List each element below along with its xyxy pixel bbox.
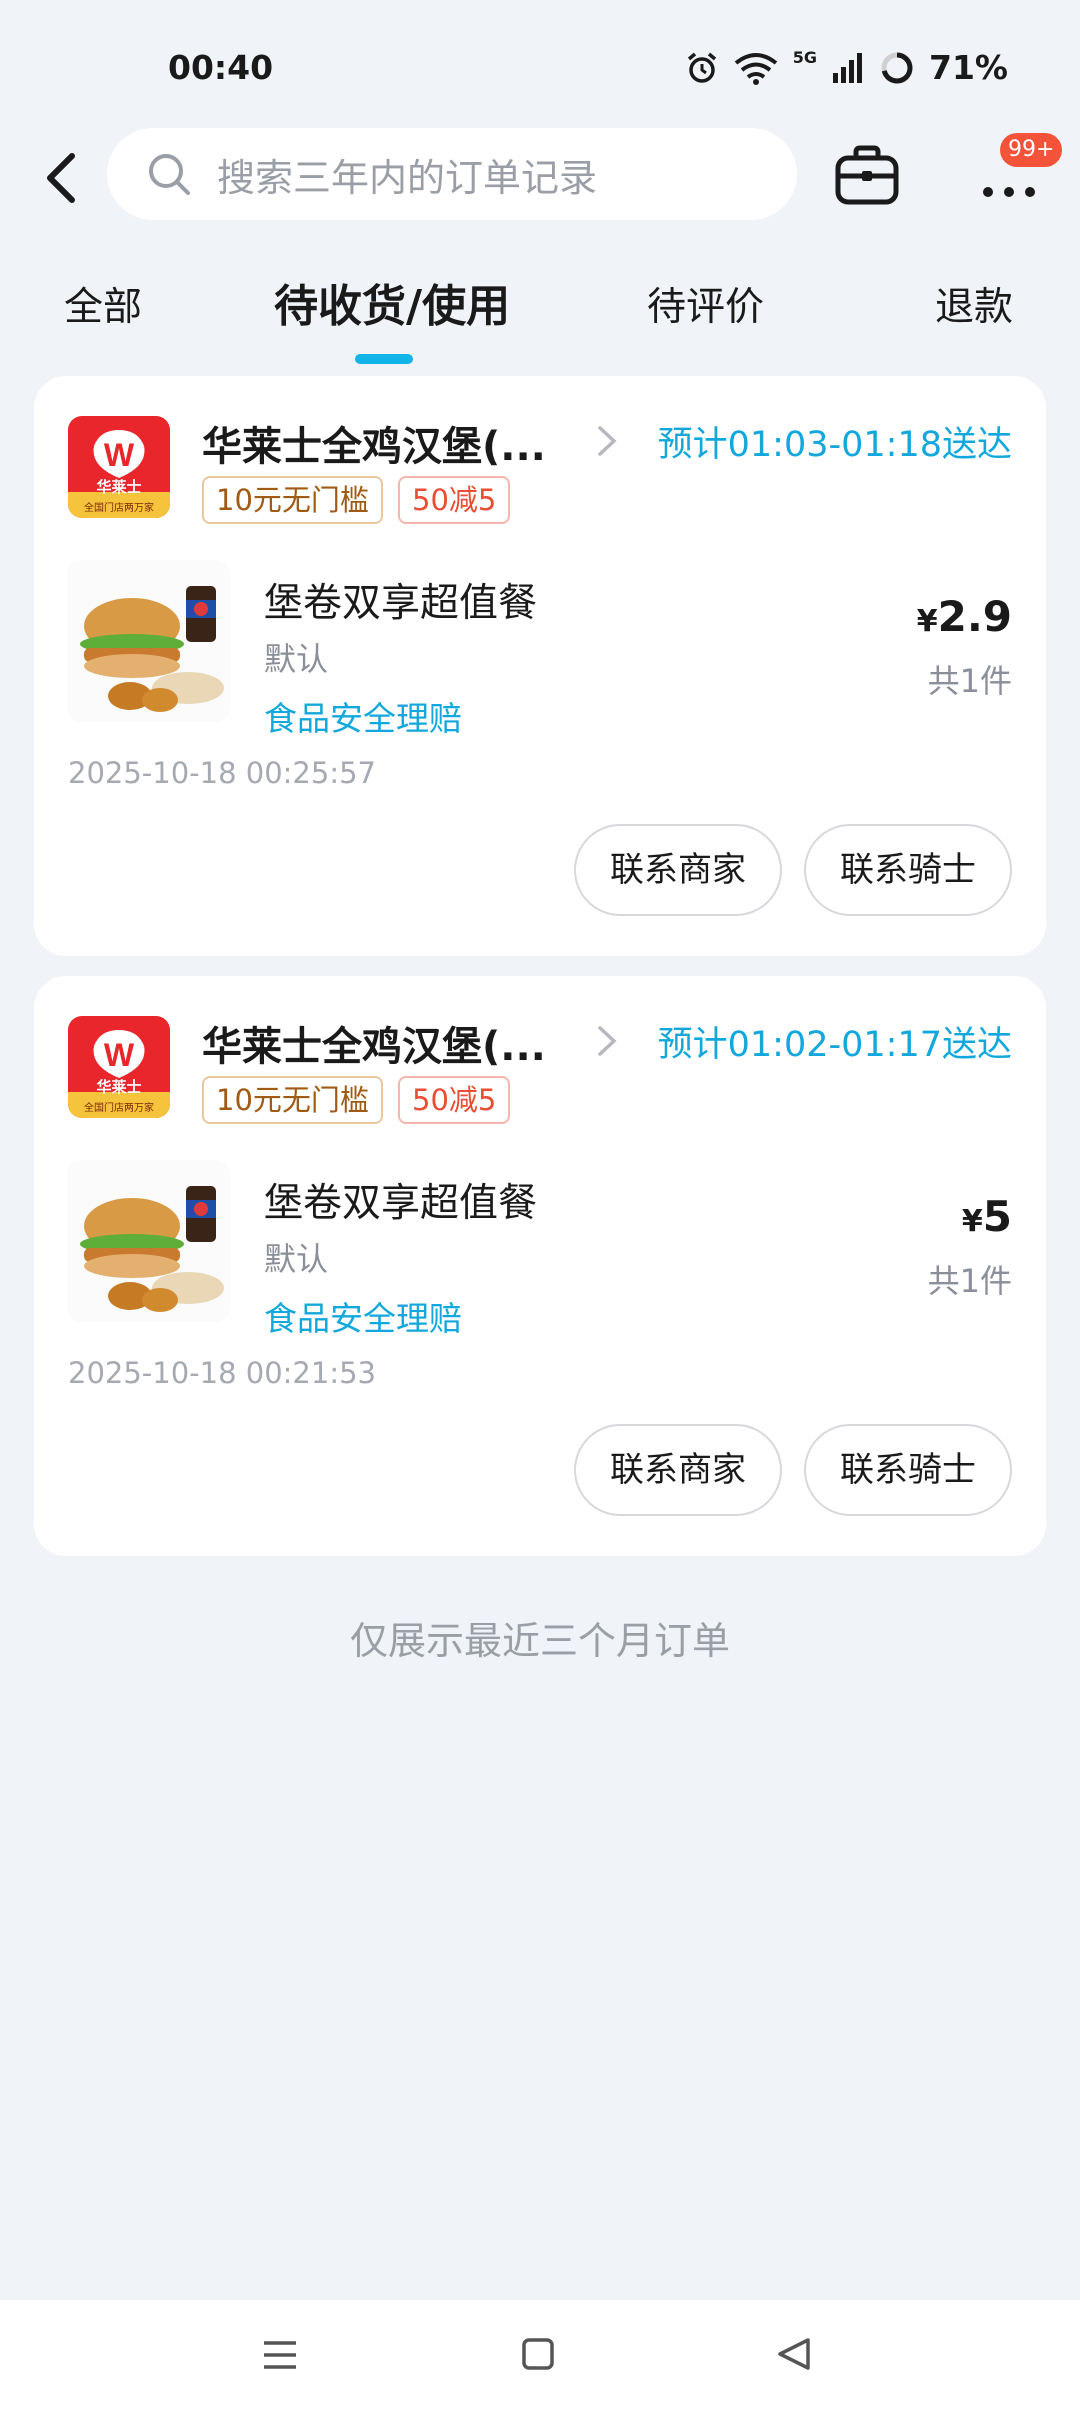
order-time: 2025-10-18 00:21:53	[68, 1356, 376, 1390]
back-button[interactable]	[38, 150, 88, 206]
food-safety-claim-link[interactable]: 食品安全理赔	[264, 692, 462, 740]
promo-tag: 50减5	[398, 1076, 511, 1124]
item-price: ¥5	[962, 1192, 1012, 1241]
signal-icon	[833, 52, 862, 83]
menu-button[interactable]	[250, 2330, 310, 2380]
header: 搜索三年内的订单记录	[0, 128, 1080, 224]
back-nav-button[interactable]	[764, 2330, 824, 2380]
briefcase-icon	[835, 145, 899, 205]
wifi-icon	[734, 52, 777, 85]
delivery-eta: 预计01:02-01:17送达	[657, 1025, 1012, 1065]
search-icon	[149, 154, 190, 195]
order-time: 2025-10-18 00:25:57	[68, 756, 376, 790]
item-image[interactable]	[68, 560, 230, 722]
system-nav-bar	[0, 2300, 1080, 2412]
briefcase-button[interactable]	[834, 144, 900, 206]
menu-icon	[264, 2341, 296, 2369]
item-spec: 默认	[264, 1240, 329, 1278]
contact-merchant-button[interactable]: 联系商家	[574, 1424, 782, 1516]
back-arrow-icon	[47, 153, 75, 203]
food-image	[68, 560, 230, 722]
shop-logo[interactable]: W 华莱士 全国门店两万家	[68, 1016, 170, 1118]
contact-merchant-button[interactable]: 联系商家	[574, 824, 782, 916]
svg-text:华莱士: 华莱士	[96, 1078, 141, 1096]
status-time: 00:40	[168, 48, 274, 87]
order-card[interactable]: W 华莱士 全国门店两万家 华莱士全鸡汉堡(... 预计01:03-01:18送…	[34, 376, 1046, 956]
shop-logo[interactable]: W 华莱士 全国门店两万家	[68, 416, 170, 518]
item-price: ¥2.9	[917, 592, 1012, 641]
network-type: 5G	[792, 48, 817, 67]
currency-symbol: ¥	[916, 604, 938, 639]
svg-text:全国门店两万家: 全国门店两万家	[84, 501, 154, 514]
shop-logo-image: W 华莱士 全国门店两万家	[68, 416, 170, 518]
price-amount: 5	[982, 1192, 1012, 1241]
tab-pending-review[interactable]: 待评价	[647, 276, 764, 332]
promo-tag: 50减5	[398, 476, 511, 524]
item-image[interactable]	[68, 1160, 230, 1322]
alarm-icon	[687, 52, 716, 83]
shop-name[interactable]: 华莱士全鸡汉堡(...	[202, 1014, 546, 1072]
status-bar: 00:40 5G 71%	[0, 0, 1080, 130]
order-card[interactable]: W 华莱士 全国门店两万家 华莱士全鸡汉堡(... 预计01:02-01:17送…	[34, 976, 1046, 1556]
tab-bar: 全部 待收货/使用 待评价 退款	[0, 268, 1080, 364]
tab-indicator	[355, 354, 413, 364]
svg-text:华莱士: 华莱士	[96, 478, 141, 496]
item-count: 共1件	[927, 662, 1012, 700]
shop-name[interactable]: 华莱士全鸡汉堡(...	[202, 414, 546, 472]
footer-note: 仅展示最近三个月订单	[349, 1619, 730, 1663]
contact-rider-button[interactable]: 联系骑士	[804, 1424, 1012, 1516]
delivery-eta: 预计01:03-01:18送达	[657, 425, 1012, 465]
svg-text:W: W	[104, 437, 135, 473]
status-icons: 5G 71%	[685, 48, 1008, 87]
item-spec: 默认	[264, 640, 329, 678]
tab-refund[interactable]: 退款	[935, 276, 1013, 332]
promo-tag: 10元无门槛	[202, 1076, 383, 1124]
shop-logo-image: W 华莱士 全国门店两万家	[68, 1016, 170, 1118]
food-safety-claim-link[interactable]: 食品安全理赔	[264, 1292, 462, 1340]
item-name: 堡卷双享超值餐	[264, 581, 538, 626]
battery-percent: 71%	[929, 48, 1008, 87]
chevron-right-icon[interactable]	[594, 1022, 620, 1060]
food-image	[68, 1160, 230, 1322]
promo-tag: 10元无门槛	[202, 476, 383, 524]
contact-rider-button[interactable]: 联系骑士	[804, 824, 1012, 916]
item-count: 共1件	[927, 1262, 1012, 1300]
tab-pending-receipt[interactable]: 待收货/使用	[274, 270, 510, 334]
home-button[interactable]	[508, 2330, 568, 2380]
chevron-right-icon[interactable]	[594, 422, 620, 460]
currency-symbol: ¥	[961, 1204, 983, 1239]
svg-text:全国门店两万家: 全国门店两万家	[84, 1101, 154, 1114]
search-input[interactable]: 搜索三年内的订单记录	[107, 128, 797, 220]
tab-all[interactable]: 全部	[64, 276, 142, 332]
more-badge: 99+	[1000, 133, 1063, 167]
price-amount: 2.9	[937, 592, 1012, 641]
battery-ring-icon	[881, 52, 913, 83]
home-square-icon	[522, 2338, 554, 2370]
back-triangle-icon	[778, 2338, 810, 2370]
svg-text:W: W	[104, 1037, 135, 1073]
item-name: 堡卷双享超值餐	[264, 1181, 538, 1226]
search-placeholder: 搜索三年内的订单记录	[217, 155, 598, 200]
